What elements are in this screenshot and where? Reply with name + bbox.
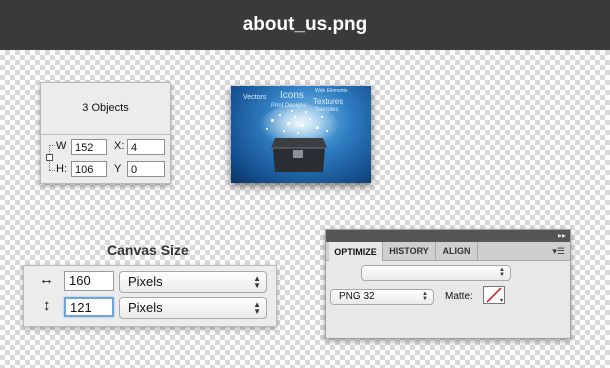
preview-text: Icons [280,90,304,101]
select-arrows-icon: ▲ ▼ [422,291,428,302]
height-label: H: [56,163,67,175]
canvas-size-heading: Canvas Size [107,242,189,258]
canvas-height-unit-select[interactable]: Pixels ▲ ▼ [119,297,267,319]
width-label: W [56,140,67,152]
tab-history[interactable]: HISTORY [383,242,436,260]
preview-text: Print Designs [271,103,307,109]
select-arrows-icon: ▲ ▼ [499,267,505,278]
canvas-size-panel: ↔ 160 Pixels ▲ ▼ ↕ 121 Pixels ▲ ▼ [23,265,277,327]
select-value: PNG 32 [339,291,375,302]
canvas-height-input[interactable]: 121 [64,297,114,317]
preview-text: Vectors [243,94,267,101]
export-format-select[interactable]: PNG 32 ▲ ▼ [330,289,434,305]
image-preview: Vectors Icons Web Elements Print Designs… [231,86,371,183]
object-height-field[interactable]: 106 [71,161,107,177]
canvas-width-input[interactable]: 160 [64,271,114,291]
select-value: Pixels [128,300,163,315]
object-y-field[interactable]: 0 [127,161,165,177]
matte-label: Matte: [445,291,473,302]
divider [41,134,170,135]
objects-count-label: 3 Objects [82,102,129,114]
constrain-proportions-toggle[interactable] [46,154,53,161]
window-title-bar: about_us.png [0,0,610,50]
objects-panel: 3 Objects W 152 X: 4 H: 106 Y 0 [40,82,171,184]
panel-header-bar: ▸▸ [326,230,570,242]
panel-tab-bar: OPTIMIZE HISTORY ALIGN [326,242,570,261]
canvas-width-unit-select[interactable]: Pixels ▲ ▼ [119,271,267,293]
window-title: about_us.png [242,14,368,35]
constrain-link-top [49,145,55,146]
preview-text: Samples [315,107,339,113]
select-arrows-icon: ▲ ▼ [253,274,261,290]
optimize-panel: ▸▸ OPTIMIZE HISTORY ALIGN ▾☰ ▲ ▼ PNG 32 ▲… [325,229,571,339]
tab-optimize[interactable]: OPTIMIZE [329,242,383,261]
optimize-preset-select[interactable]: ▲ ▼ [361,265,511,281]
select-value: Pixels [128,274,163,289]
y-label: Y [114,163,122,175]
tab-align[interactable]: ALIGN [436,242,478,260]
preview-text: Textures [313,97,344,106]
preview-text: Web Elements [315,88,348,94]
select-arrows-icon: ▲ ▼ [253,300,261,316]
vertical-resize-icon: ↕ [43,297,51,314]
panel-menu-icon[interactable]: ▾☰ [552,242,565,260]
constrain-link-bottom [49,170,55,171]
horizontal-resize-icon: ↔ [39,271,54,288]
x-label: X: [114,140,125,152]
swatch-dropdown-icon: ▾ [499,298,503,304]
object-x-field[interactable]: 4 [127,139,165,155]
collapse-panel-icon[interactable]: ▸▸ [558,230,566,242]
object-width-field[interactable]: 152 [71,139,107,155]
matte-color-swatch[interactable]: ▾ [483,286,505,304]
